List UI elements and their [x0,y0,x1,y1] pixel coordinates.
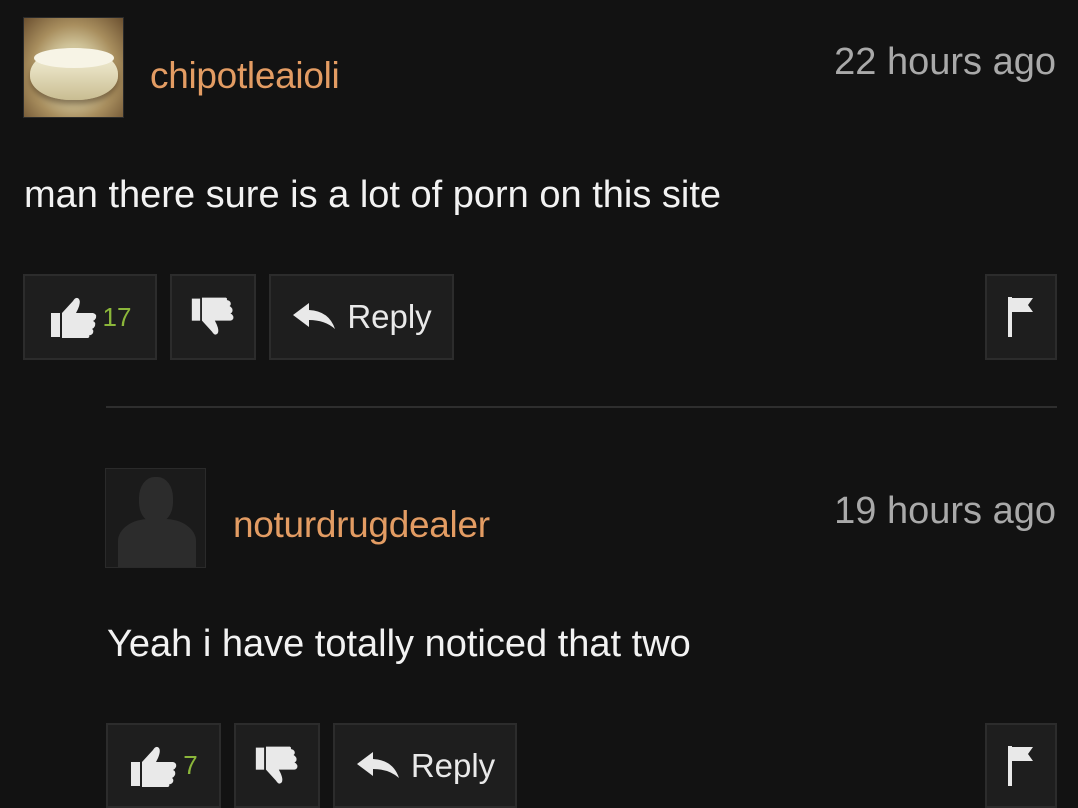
avatar[interactable] [105,468,206,568]
comment-text: man there sure is a lot of porn on this … [24,174,722,216]
dislike-button[interactable] [170,274,256,360]
username[interactable]: chipotleaioli [150,55,340,97]
timestamp: 19 hours ago [834,490,1056,532]
thumbs-down-icon [190,296,236,338]
silhouette-head [139,477,173,523]
like-count: 7 [183,750,198,780]
thumbs-up-icon [129,744,179,788]
silhouette-torso [118,519,196,567]
flag-button[interactable] [985,274,1057,360]
reply-label: Reply [347,298,432,335]
timestamp: 22 hours ago [834,41,1056,83]
divider [106,406,1057,408]
reply-arrow-icon [355,750,401,782]
comment-text: Yeah i have totally noticed that two [107,623,691,665]
comments-section: chipotleaioli 22 hours ago man there sur… [0,0,1078,808]
reply-label: Reply [410,746,496,784]
reply-button[interactable]: Reply [333,723,517,808]
flag-icon [1006,295,1036,339]
like-button[interactable]: 7 [106,723,221,808]
thumbs-up-icon [49,295,99,339]
like-count: 17 [102,301,132,332]
dislike-button[interactable] [234,723,320,808]
thumbs-down-icon [254,745,300,787]
flag-icon [1006,744,1036,788]
like-button[interactable]: 17 [23,274,157,360]
reply-button[interactable]: Reply [269,274,454,360]
username[interactable]: noturdrugdealer [233,504,490,546]
reply-arrow-icon [291,301,337,333]
flag-button[interactable] [985,723,1057,808]
avatar[interactable] [23,17,124,118]
bowl-rim [34,48,114,68]
